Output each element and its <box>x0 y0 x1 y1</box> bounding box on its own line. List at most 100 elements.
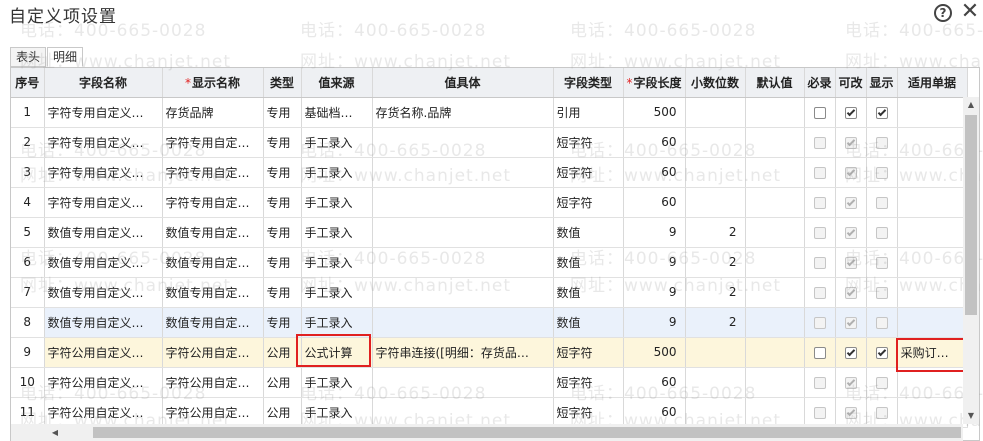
horizontal-scrollbar[interactable]: ◀ <box>11 424 963 441</box>
cell-field[interactable]: 字符专用自定义… <box>44 97 163 128</box>
cell-def[interactable] <box>745 127 805 158</box>
cell-bill[interactable] <box>897 367 968 398</box>
cell-seq[interactable]: 3 <box>11 157 45 188</box>
edit-checkbox[interactable] <box>844 196 857 209</box>
table-row[interactable]: 1 字符专用自定义… 存货品牌 专用 基础档… 存货名称.品牌 引用 500 <box>11 97 968 128</box>
cell-source[interactable]: 手工录入 <box>301 247 373 278</box>
cell-display[interactable]: 数值专用自定… <box>162 247 264 278</box>
cell-type[interactable]: 公用 <box>263 397 302 428</box>
cell-bill[interactable] <box>897 397 968 428</box>
cell-detail[interactable]: 存货名称.品牌 <box>372 97 554 128</box>
cell-detail[interactable] <box>372 397 554 428</box>
show-checkbox[interactable] <box>875 406 888 419</box>
cell-field[interactable]: 数值专用自定义… <box>44 217 163 248</box>
req-checkbox[interactable] <box>813 196 826 209</box>
edit-checkbox[interactable] <box>844 376 857 389</box>
show-checkbox[interactable] <box>875 376 888 389</box>
req-checkbox[interactable] <box>813 406 826 419</box>
cell-seq[interactable]: 4 <box>11 187 45 218</box>
cell-detail[interactable] <box>372 217 554 248</box>
column-header-edit[interactable]: 可改 <box>835 68 867 98</box>
cell-ftype[interactable]: 短字符 <box>553 397 624 428</box>
cell-dec[interactable] <box>685 367 746 398</box>
up-arrow-icon[interactable]: ▲ <box>963 97 979 113</box>
cell-ftype[interactable]: 短字符 <box>553 187 624 218</box>
cell-display[interactable]: 字符专用自定… <box>162 187 264 218</box>
cell-detail[interactable] <box>372 157 554 188</box>
show-checkbox[interactable] <box>875 106 888 119</box>
cell-type[interactable]: 公用 <box>263 367 302 398</box>
cell-def[interactable] <box>745 217 805 248</box>
cell-dec[interactable] <box>685 127 746 158</box>
cell-display[interactable]: 字符公用自定… <box>162 367 264 398</box>
help-icon[interactable]: ? <box>934 4 952 22</box>
cell-display[interactable]: 存货品牌 <box>162 97 264 128</box>
show-checkbox[interactable] <box>875 166 888 179</box>
column-header-def[interactable]: 默认值 <box>745 68 805 98</box>
cell-field[interactable]: 数值专用自定义… <box>44 277 163 308</box>
cell-type[interactable]: 专用 <box>263 217 302 248</box>
cell-detail[interactable] <box>372 367 554 398</box>
cell-seq[interactable]: 10 <box>11 367 45 398</box>
cell-display[interactable]: 数值专用自定… <box>162 307 264 338</box>
cell-bill[interactable] <box>897 157 968 188</box>
cell-len[interactable]: 60 <box>623 187 686 218</box>
cell-field[interactable]: 数值专用自定义… <box>44 247 163 278</box>
cell-display[interactable]: 数值专用自定… <box>162 217 264 248</box>
cell-len[interactable]: 60 <box>623 157 686 188</box>
column-header-field[interactable]: 字段名称 <box>44 68 163 98</box>
cell-type[interactable]: 专用 <box>263 187 302 218</box>
table-row[interactable]: 7 数值专用自定义… 数值专用自定… 专用 手工录入 数值 9 2 <box>11 277 968 308</box>
req-checkbox[interactable] <box>813 286 826 299</box>
cell-ftype[interactable]: 短字符 <box>553 127 624 158</box>
column-header-ftype[interactable]: 字段类型 <box>553 68 624 98</box>
cell-ftype[interactable]: 引用 <box>553 97 624 128</box>
cell-len[interactable]: 500 <box>623 97 686 128</box>
cell-ftype[interactable]: 短字符 <box>553 337 624 368</box>
table-row[interactable]: 5 数值专用自定义… 数值专用自定… 专用 手工录入 数值 9 2 <box>11 217 968 248</box>
vertical-scroll-thumb[interactable] <box>965 115 977 315</box>
cell-len[interactable]: 9 <box>623 307 686 338</box>
edit-checkbox[interactable] <box>844 406 857 419</box>
cell-def[interactable] <box>745 277 805 308</box>
cell-source[interactable]: 基础档… <box>301 97 373 128</box>
column-header-dec[interactable]: 小数位数 <box>685 68 746 98</box>
column-header-display[interactable]: *显示名称 <box>162 68 264 98</box>
cell-display[interactable]: 字符专用自定… <box>162 157 264 188</box>
cell-seq[interactable]: 5 <box>11 217 45 248</box>
cell-len[interactable]: 9 <box>623 277 686 308</box>
cell-source[interactable]: 公式计算 <box>301 337 373 368</box>
cell-def[interactable] <box>745 307 805 338</box>
show-checkbox[interactable] <box>875 346 888 359</box>
cell-seq[interactable]: 1 <box>11 97 45 128</box>
cell-ftype[interactable]: 短字符 <box>553 157 624 188</box>
req-checkbox[interactable] <box>813 226 826 239</box>
table-row[interactable]: 11 字符公用自定义… 字符公用自定… 公用 手工录入 短字符 60 <box>11 397 968 428</box>
cell-def[interactable] <box>745 157 805 188</box>
cell-source[interactable]: 手工录入 <box>301 187 373 218</box>
cell-dec[interactable]: 2 <box>685 247 746 278</box>
cell-display[interactable]: 数值专用自定… <box>162 277 264 308</box>
cell-field[interactable]: 字符专用自定义… <box>44 127 163 158</box>
req-checkbox[interactable] <box>813 316 826 329</box>
cell-bill[interactable] <box>897 217 968 248</box>
req-checkbox[interactable] <box>813 166 826 179</box>
show-checkbox[interactable] <box>875 256 888 269</box>
cell-type[interactable]: 专用 <box>263 247 302 278</box>
cell-ftype[interactable]: 数值 <box>553 307 624 338</box>
cell-bill[interactable] <box>897 277 968 308</box>
table-row[interactable]: 2 字符专用自定义… 字符专用自定… 专用 手工录入 短字符 60 <box>11 127 968 158</box>
cell-dec[interactable] <box>685 157 746 188</box>
cell-type[interactable]: 专用 <box>263 157 302 188</box>
cell-len[interactable]: 9 <box>623 247 686 278</box>
cell-source[interactable]: 手工录入 <box>301 157 373 188</box>
tab-detail[interactable]: 明细 <box>47 47 84 67</box>
edit-checkbox[interactable] <box>844 256 857 269</box>
cell-seq[interactable]: 7 <box>11 277 45 308</box>
table-row[interactable]: 8 数值专用自定义… 数值专用自定… 专用 手工录入 数值 9 2 <box>11 307 968 338</box>
table-row[interactable]: 10 字符公用自定义… 字符公用自定… 公用 手工录入 短字符 60 <box>11 367 968 398</box>
column-header-req[interactable]: 必录 <box>804 68 836 98</box>
edit-checkbox[interactable] <box>844 166 857 179</box>
cell-seq[interactable]: 8 <box>11 307 45 338</box>
column-header-bill[interactable]: 适用单据 <box>897 68 968 98</box>
